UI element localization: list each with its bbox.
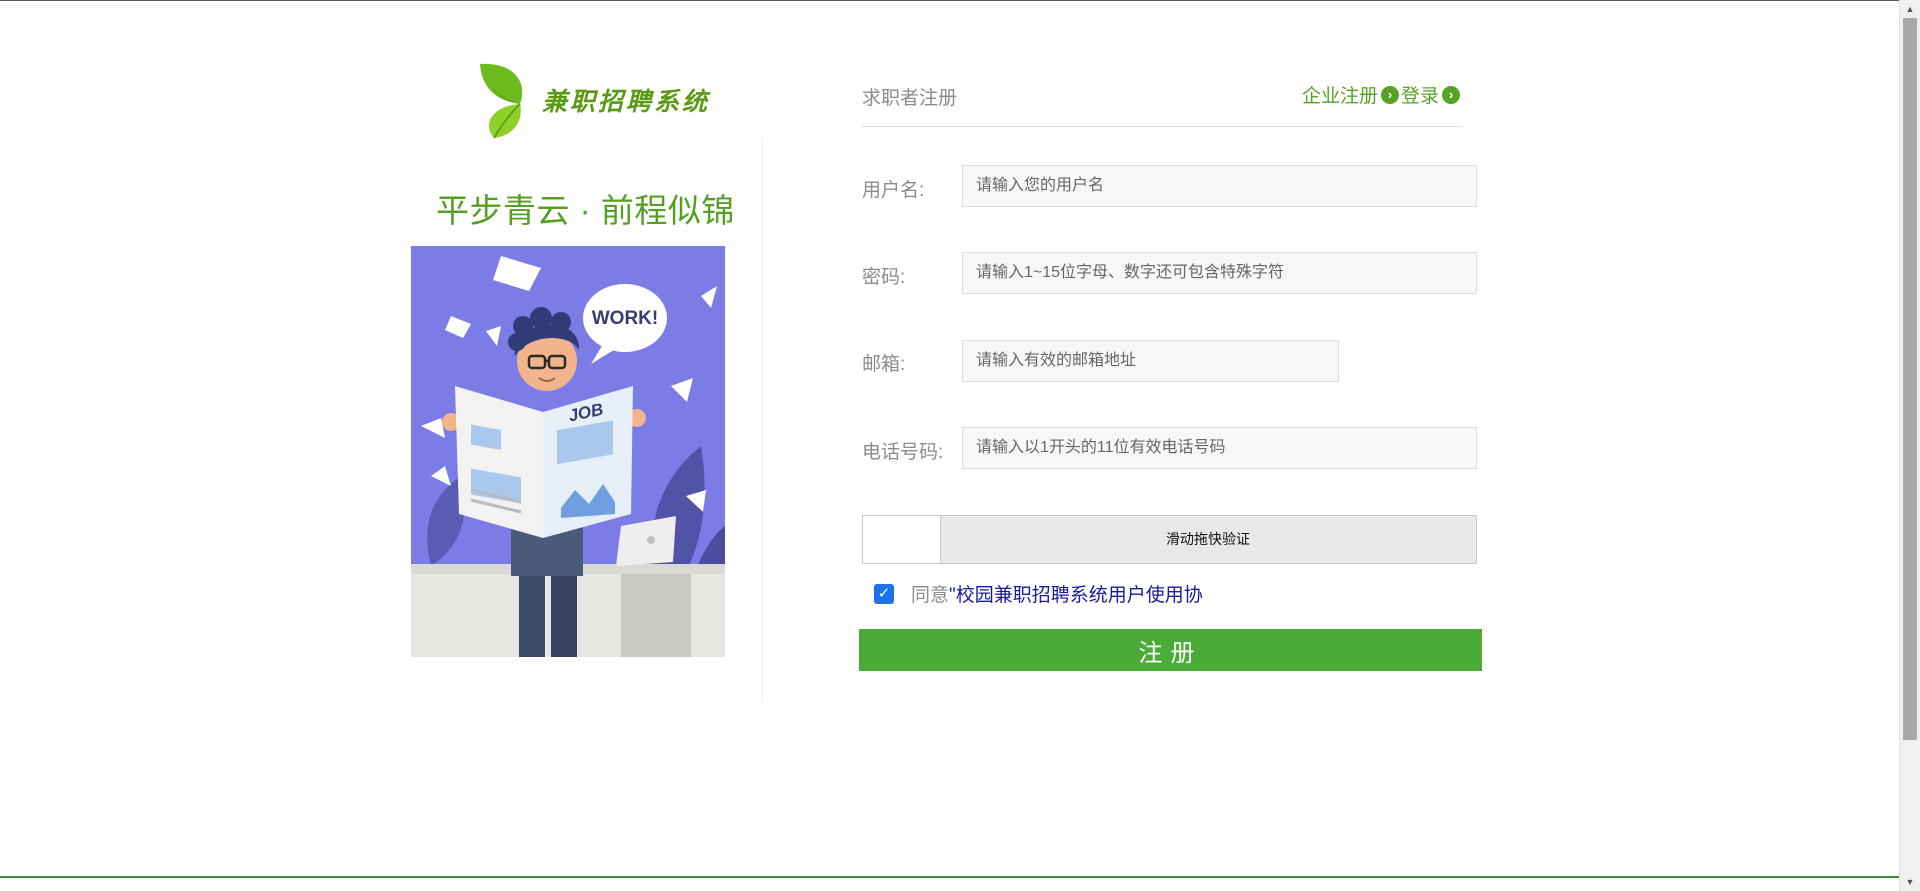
site-logo[interactable]: 兼职招聘系统 [474, 60, 714, 140]
user-agreement-link[interactable]: "校园兼职招聘系统用户使用协 [949, 580, 1203, 607]
email-label: 邮箱: [862, 354, 906, 375]
scroll-down-arrow-icon[interactable]: ▼ [1900, 873, 1920, 891]
company-register-link[interactable]: 企业注册 [1302, 81, 1378, 108]
chevron-right-circle-icon[interactable]: › [1442, 85, 1460, 104]
username-input[interactable] [962, 165, 1477, 207]
login-link[interactable]: 登录 [1401, 81, 1439, 108]
phone-input[interactable] [962, 427, 1477, 469]
vertical-scrollbar[interactable]: ▲ ▼ [1899, 0, 1920, 891]
phone-label: 电话号码: [862, 442, 944, 463]
slider-text: 滑动拖快验证 [1166, 531, 1250, 547]
slider-captcha[interactable]: 滑动拖快验证 [862, 515, 1477, 564]
window-top-border [0, 0, 1900, 1]
username-label: 用户名: [862, 180, 925, 201]
checkmark-icon: ✓ [877, 584, 891, 602]
header-links: 企业注册 › 登录 › [1302, 81, 1462, 108]
password-input[interactable] [962, 252, 1477, 294]
password-label: 密码: [862, 267, 906, 288]
column-divider [762, 140, 763, 700]
slider-handle[interactable] [863, 516, 941, 563]
footer-divider [0, 876, 1900, 878]
email-input[interactable] [962, 340, 1339, 382]
form-header: 求职者注册 企业注册 › 登录 › [862, 80, 1462, 127]
scroll-up-arrow-icon[interactable]: ▲ [1900, 0, 1920, 18]
job-seeker-illustration: WORK! JOB [411, 246, 725, 657]
slogan: 平步青云 · 前程似锦 [436, 192, 735, 229]
form-title: 求职者注册 [862, 88, 958, 109]
work-bubble-text: WORK! [592, 308, 658, 329]
leaf-logo-icon [480, 63, 523, 139]
chevron-right-circle-icon[interactable]: › [1380, 85, 1399, 104]
agreement-row: ✓ 同意 "校园兼职招聘系统用户使用协 [874, 580, 1203, 607]
register-button[interactable]: 注册 [859, 629, 1482, 671]
logo-text: 兼职招聘系统 [542, 87, 711, 116]
scrollbar-thumb[interactable] [1903, 18, 1917, 740]
agree-checkbox[interactable]: ✓ [874, 583, 894, 604]
agree-prefix: 同意 [911, 585, 950, 606]
